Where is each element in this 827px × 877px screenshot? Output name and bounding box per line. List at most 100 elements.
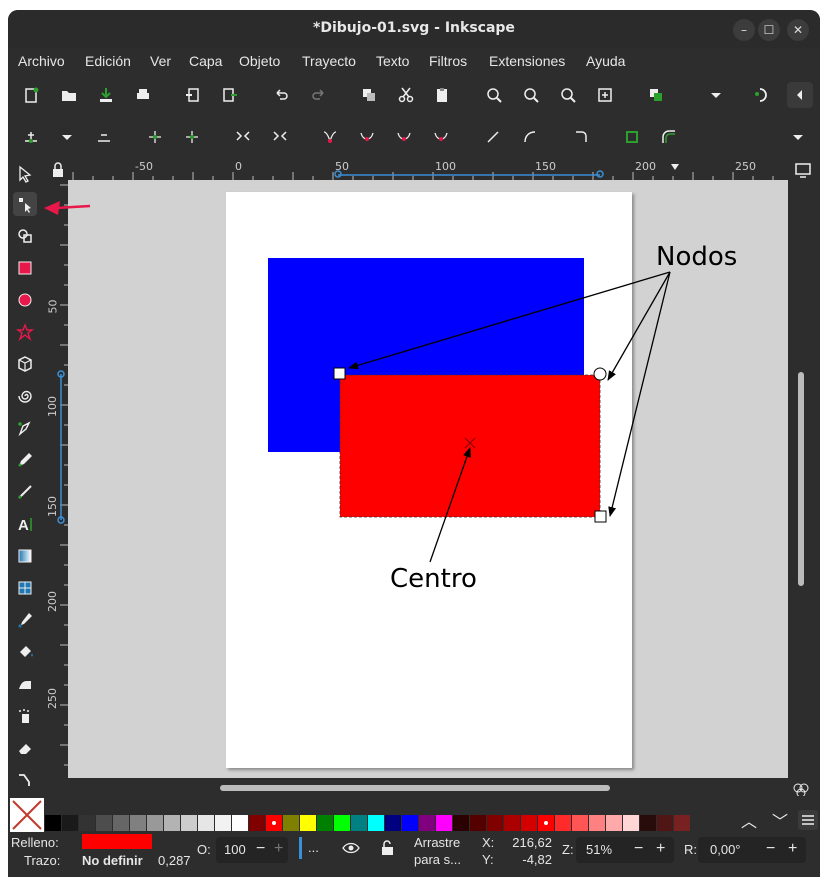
star-tool-icon[interactable] bbox=[13, 320, 37, 344]
horizontal-scroll-thumb[interactable] bbox=[220, 785, 610, 791]
vertical-scroll-thumb[interactable] bbox=[798, 372, 804, 586]
cut-icon[interactable] bbox=[395, 84, 417, 106]
palette-swatch[interactable] bbox=[249, 815, 265, 831]
opacity-value[interactable]: 100 bbox=[224, 842, 246, 857]
menu-ayuda[interactable]: Ayuda bbox=[586, 53, 625, 69]
layer-lock-icon[interactable] bbox=[380, 839, 396, 860]
drawing-canvas[interactable]: Nodos Centro bbox=[68, 180, 788, 778]
import-icon[interactable] bbox=[182, 84, 204, 106]
menu-extensiones[interactable]: Extensiones bbox=[489, 53, 565, 69]
palette-swatch[interactable] bbox=[113, 815, 129, 831]
zoom-selection-icon[interactable] bbox=[483, 84, 505, 106]
commands-bar-toggle-icon[interactable] bbox=[787, 82, 813, 108]
node-tool-icon[interactable] bbox=[13, 192, 37, 216]
3d-box-tool-icon[interactable] bbox=[13, 352, 37, 376]
palette-down-icon[interactable]: ﹀ bbox=[772, 808, 788, 832]
close-button[interactable]: ✕ bbox=[787, 19, 809, 41]
dropper-tool-icon[interactable] bbox=[13, 608, 37, 632]
vertical-scrollbar[interactable] bbox=[793, 180, 813, 780]
paint-bucket-tool-icon[interactable] bbox=[13, 640, 37, 664]
palette-swatch[interactable] bbox=[419, 815, 435, 831]
minimize-button[interactable]: – bbox=[733, 19, 755, 41]
copy-icon[interactable] bbox=[358, 84, 380, 106]
selector-tool-icon[interactable] bbox=[13, 162, 37, 186]
new-document-icon[interactable] bbox=[20, 84, 42, 106]
menu-trayecto[interactable]: Trayecto bbox=[302, 53, 356, 69]
spray-tool-icon[interactable] bbox=[13, 704, 37, 728]
display-mode-icon[interactable] bbox=[793, 160, 813, 180]
palette-swatch[interactable] bbox=[504, 815, 520, 831]
node-handle-top-right[interactable] bbox=[593, 367, 607, 381]
rotation-spinbox[interactable]: 0,00° − + bbox=[698, 837, 806, 863]
palette-menu-icon[interactable] bbox=[798, 810, 818, 830]
palette-swatch[interactable] bbox=[198, 815, 214, 831]
palette-swatch[interactable] bbox=[215, 815, 231, 831]
palette-swatch[interactable] bbox=[674, 815, 690, 831]
palette-swatch[interactable] bbox=[385, 815, 401, 831]
palette-swatch[interactable] bbox=[317, 815, 333, 831]
cusp-node-icon[interactable] bbox=[319, 126, 341, 148]
zoom-page-icon[interactable] bbox=[557, 84, 579, 106]
calligraphy-tool-icon[interactable] bbox=[13, 480, 37, 504]
pencil-tool-icon[interactable] bbox=[13, 448, 37, 472]
object-to-path-icon[interactable] bbox=[570, 126, 592, 148]
show-bbox-icon[interactable] bbox=[621, 126, 643, 148]
duplicate-icon[interactable] bbox=[645, 84, 667, 106]
insert-node-dropdown-icon[interactable] bbox=[56, 126, 78, 148]
palette-up-icon[interactable]: ︿ bbox=[741, 808, 757, 832]
insert-node-icon[interactable] bbox=[20, 126, 42, 148]
rotation-value[interactable]: 0,00° bbox=[710, 842, 741, 857]
palette-swatch[interactable] bbox=[555, 815, 571, 831]
snap-toggle-icon[interactable] bbox=[749, 84, 771, 106]
curve-segment-icon[interactable] bbox=[519, 126, 541, 148]
red-rectangle[interactable] bbox=[339, 374, 601, 518]
layer-visibility-icon[interactable] bbox=[342, 840, 360, 859]
eraser-tool-icon[interactable] bbox=[13, 736, 37, 760]
palette-swatch[interactable] bbox=[147, 815, 163, 831]
smooth-node-icon[interactable] bbox=[356, 126, 378, 148]
opacity-increase-button[interactable]: + bbox=[274, 840, 283, 858]
menu-objeto[interactable]: Objeto bbox=[239, 53, 280, 69]
zoom-center-icon[interactable] bbox=[594, 84, 616, 106]
tweak-tool-icon[interactable] bbox=[13, 672, 37, 696]
ellipse-tool-icon[interactable] bbox=[13, 288, 37, 312]
menu-capa[interactable]: Capa bbox=[189, 53, 222, 69]
palette-swatch[interactable] bbox=[96, 815, 112, 831]
palette-swatch[interactable] bbox=[181, 815, 197, 831]
rotation-decrease-button[interactable]: − bbox=[766, 840, 775, 858]
palette-swatch[interactable] bbox=[283, 815, 299, 831]
save-icon[interactable] bbox=[95, 84, 117, 106]
palette-swatch[interactable] bbox=[487, 815, 503, 831]
no-paint-swatch[interactable] bbox=[10, 798, 44, 832]
palette-swatch[interactable] bbox=[45, 815, 61, 831]
palette-swatch[interactable] bbox=[164, 815, 180, 831]
straighten-segment-icon[interactable] bbox=[482, 126, 504, 148]
lock-guides-icon[interactable] bbox=[48, 160, 68, 180]
palette-swatch[interactable] bbox=[130, 815, 146, 831]
break-path-icon[interactable] bbox=[181, 126, 203, 148]
delete-segment-icon[interactable] bbox=[269, 126, 291, 148]
stroke-width-value[interactable]: 0,287 bbox=[158, 853, 191, 868]
palette-swatch[interactable] bbox=[232, 815, 248, 831]
print-icon[interactable] bbox=[132, 84, 154, 106]
palette-swatch[interactable] bbox=[62, 815, 78, 831]
auto-smooth-node-icon[interactable] bbox=[430, 126, 452, 148]
maximize-button[interactable]: ☐ bbox=[758, 19, 780, 41]
layer-selector[interactable]: ... bbox=[308, 840, 319, 855]
palette-swatch[interactable] bbox=[470, 815, 486, 831]
palette-swatch[interactable] bbox=[589, 815, 605, 831]
export-icon[interactable] bbox=[219, 84, 241, 106]
zoom-spinbox[interactable]: 51% − + bbox=[576, 837, 674, 863]
palette-swatch[interactable] bbox=[572, 815, 588, 831]
toolbar-overflow-icon[interactable] bbox=[705, 84, 727, 106]
palette-swatch[interactable] bbox=[351, 815, 367, 831]
mesh-tool-icon[interactable] bbox=[13, 576, 37, 600]
show-path-outline-icon[interactable] bbox=[658, 126, 680, 148]
connector-tool-icon[interactable] bbox=[13, 768, 37, 792]
palette-swatch[interactable] bbox=[521, 815, 537, 831]
join-nodes-icon[interactable] bbox=[144, 126, 166, 148]
redo-icon[interactable] bbox=[308, 84, 330, 106]
gradient-tool-icon[interactable] bbox=[13, 544, 37, 568]
fill-indicator[interactable] bbox=[82, 834, 152, 849]
zoom-value[interactable]: 51% bbox=[586, 842, 612, 857]
